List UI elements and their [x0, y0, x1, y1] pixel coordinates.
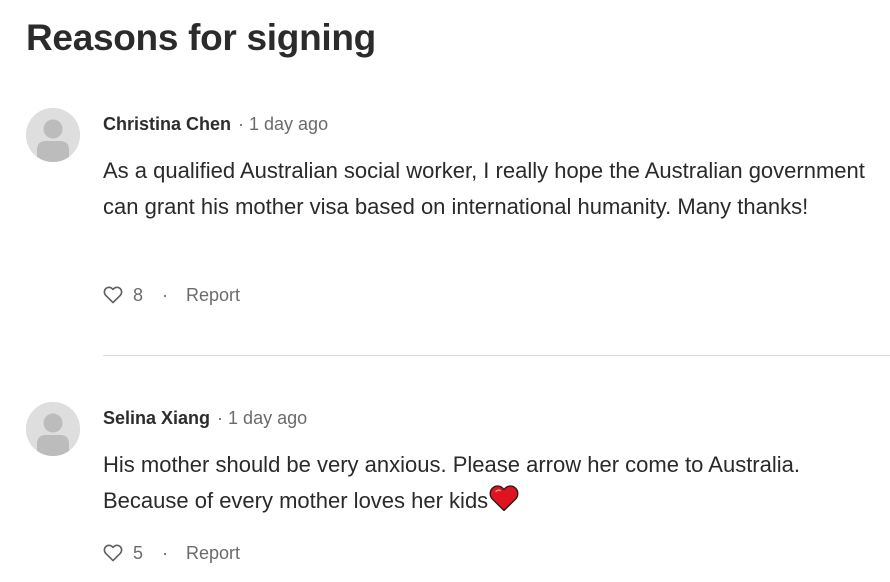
comment-actions: 5 · Report: [103, 541, 240, 565]
comment-actions: 8 · Report: [103, 283, 240, 307]
author-name[interactable]: Selina Xiang: [103, 408, 210, 428]
page-title: Reasons for signing: [26, 17, 376, 58]
red-heart-emoji-icon: [489, 485, 519, 523]
like-button[interactable]: 5: [103, 543, 143, 564]
heart-outline-icon: [103, 544, 123, 562]
comment-text: As a qualified Australian social worker,…: [103, 158, 865, 219]
avatar[interactable]: [26, 108, 80, 162]
report-link[interactable]: Report: [186, 543, 240, 564]
avatar[interactable]: [26, 402, 80, 456]
timestamp: 1 day ago: [228, 408, 308, 428]
action-separator: ·: [162, 542, 169, 563]
comment-item: Christina Chen · 1 day ago As a qualified …: [0, 105, 890, 355]
comment-text-content: His mother should be very anxious. Pleas…: [103, 452, 800, 513]
comment-text: His mother should be very anxious. Pleas…: [103, 447, 883, 523]
comment-header: Christina Chen · 1 day ago: [103, 113, 328, 135]
like-button[interactable]: 8: [103, 285, 143, 306]
report-link[interactable]: Report: [186, 285, 240, 306]
meta-separator: ·: [238, 114, 245, 134]
action-separator: ·: [162, 284, 169, 305]
comment-item: Selina Xiang · 1 day ago His mother should…: [0, 399, 890, 582]
timestamp: 1 day ago: [249, 114, 329, 134]
comment-header: Selina Xiang · 1 day ago: [103, 407, 307, 429]
like-count: 5: [133, 542, 144, 563]
comment-divider: [103, 355, 890, 356]
meta-separator: ·: [217, 408, 224, 428]
user-avatar-icon: [26, 402, 80, 456]
like-count: 8: [133, 284, 144, 305]
author-name[interactable]: Christina Chen: [103, 114, 231, 134]
user-avatar-icon: [26, 108, 80, 162]
heart-outline-icon: [103, 286, 123, 304]
